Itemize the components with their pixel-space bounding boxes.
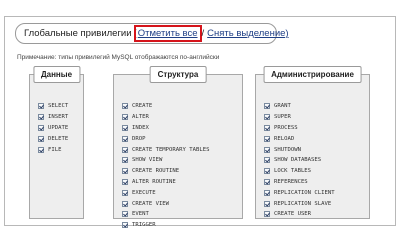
privilege-item[interactable]: CREATE TEMPORARY TABLES — [122, 144, 209, 155]
privilege-item[interactable]: CREATE ROUTINE — [122, 166, 209, 177]
checkbox[interactable] — [122, 135, 128, 142]
privilege-item[interactable]: UPDATE — [38, 123, 68, 134]
privilege-item[interactable]: PROCESS — [264, 123, 335, 134]
panel-structure: Структура CREATE ALTER INDEX DROP CREATE… — [113, 66, 243, 229]
privilege-item[interactable]: DELETE — [38, 133, 68, 144]
privilege-item[interactable]: ALTER ROUTINE — [122, 177, 209, 188]
privilege-item[interactable]: SELECT — [38, 101, 68, 112]
checkbox[interactable] — [264, 124, 270, 131]
checkbox[interactable] — [264, 168, 270, 175]
checkbox[interactable] — [122, 222, 128, 229]
privilege-item[interactable]: SUPER — [264, 112, 335, 123]
panel-structure-title: Структура — [149, 66, 207, 83]
privilege-item[interactable]: RELOAD — [264, 133, 335, 144]
panel-data: Данные SELECT INSERT UPDATE DELETE FILE — [29, 66, 84, 219]
check-all-link[interactable]: Отметить все — [133, 25, 202, 42]
privilege-item[interactable]: REPLICATION SLAVE — [264, 198, 335, 209]
checkbox[interactable] — [122, 103, 128, 110]
checkbox[interactable] — [122, 146, 128, 153]
checkbox[interactable] — [122, 124, 128, 131]
privilege-item[interactable]: CREATE — [122, 101, 209, 112]
checkbox[interactable] — [38, 114, 44, 121]
privilege-item[interactable]: LOCK TABLES — [264, 166, 335, 177]
checkbox[interactable] — [264, 211, 270, 218]
privilege-item[interactable]: INDEX — [122, 123, 209, 134]
fieldset-legend: Глобальные привилегии ( Отметить все / С… — [15, 23, 289, 44]
legend-separator: / — [201, 28, 205, 39]
privilege-item[interactable]: ALTER — [122, 112, 209, 123]
privilege-item[interactable]: INSERT — [38, 112, 68, 123]
privilege-item[interactable]: SHUTDOWN — [264, 144, 335, 155]
privilege-item[interactable]: GRANT — [264, 101, 335, 112]
panel-data-title: Данные — [32, 66, 81, 83]
privilege-item[interactable]: REFERENCES — [264, 177, 335, 188]
checkbox[interactable] — [122, 178, 128, 185]
global-privileges-fieldset: Глобальные привилегии ( Отметить все / С… — [4, 16, 396, 229]
checkbox[interactable] — [264, 114, 270, 121]
checkbox[interactable] — [122, 200, 128, 207]
checkbox[interactable] — [122, 168, 128, 175]
checkbox[interactable] — [264, 146, 270, 153]
checkbox[interactable] — [264, 135, 270, 142]
privilege-item[interactable]: DROP — [122, 133, 209, 144]
checkbox[interactable] — [122, 211, 128, 218]
checkbox[interactable] — [122, 157, 128, 164]
checkbox[interactable] — [38, 103, 44, 110]
checkbox[interactable] — [122, 189, 128, 196]
checkbox[interactable] — [264, 189, 270, 196]
privilege-item[interactable]: CREATE VIEW — [122, 198, 209, 209]
privilege-item[interactable]: REPLICATION CLIENT — [264, 187, 335, 198]
privilege-item[interactable]: SHOW DATABASES — [264, 155, 335, 166]
checkbox[interactable] — [38, 124, 44, 131]
privileges-note: Примечание: типы привилегий MySQL отобра… — [17, 54, 220, 61]
panel-administration-title: Администрирование — [263, 66, 362, 83]
privilege-item[interactable]: CREATE USER — [264, 209, 335, 220]
privilege-item[interactable]: EVENT — [122, 209, 209, 220]
privilege-item[interactable]: EXECUTE — [122, 187, 209, 198]
privilege-item[interactable]: TRIGGER — [122, 220, 209, 231]
legend-title: Глобальные привилегии — [24, 28, 132, 39]
checkbox[interactable] — [264, 200, 270, 207]
uncheck-all-link[interactable]: Снять выделение) — [207, 28, 288, 39]
privilege-item[interactable]: FILE — [38, 144, 68, 155]
checkbox[interactable] — [122, 114, 128, 121]
checkbox[interactable] — [264, 103, 270, 110]
checkbox[interactable] — [38, 135, 44, 142]
checkbox[interactable] — [264, 178, 270, 185]
panel-administration: Администрирование GRANT SUPER PROCESS RE… — [255, 66, 370, 220]
checkbox[interactable] — [38, 146, 44, 153]
privilege-item[interactable]: SHOW VIEW — [122, 155, 209, 166]
checkbox[interactable] — [264, 157, 270, 164]
